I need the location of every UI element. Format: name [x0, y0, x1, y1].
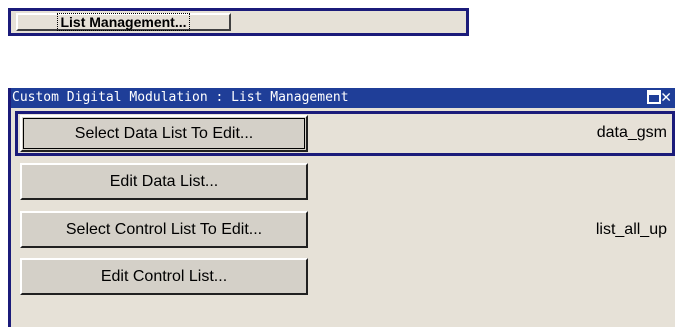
edit-control-list-button[interactable]: Edit Control List... [20, 258, 308, 295]
select-data-list-button[interactable]: Select Data List To Edit... [20, 115, 308, 152]
data-list-value: data_gsm [596, 124, 667, 141]
list-management-button[interactable]: List Management... [16, 13, 231, 31]
list-management-dialog: Custom Digital Modulation : List Managem… [8, 88, 675, 327]
list-management-label: List Management... [57, 13, 190, 31]
control-list-value: list_all_up [595, 221, 667, 238]
list-management-frame: List Management... [8, 8, 469, 36]
maximize-icon[interactable] [647, 90, 661, 104]
dialog-content: Select Data List To Edit... data_gsm Edi… [11, 108, 675, 327]
dialog-titlebar: Custom Digital Modulation : List Managem… [11, 88, 675, 108]
select-control-list-button[interactable]: Select Control List To Edit... [20, 211, 308, 248]
edit-data-list-button[interactable]: Edit Data List... [20, 163, 308, 200]
dialog-title: Custom Digital Modulation : List Managem… [12, 90, 349, 105]
close-icon[interactable]: ✕ [661, 89, 675, 106]
